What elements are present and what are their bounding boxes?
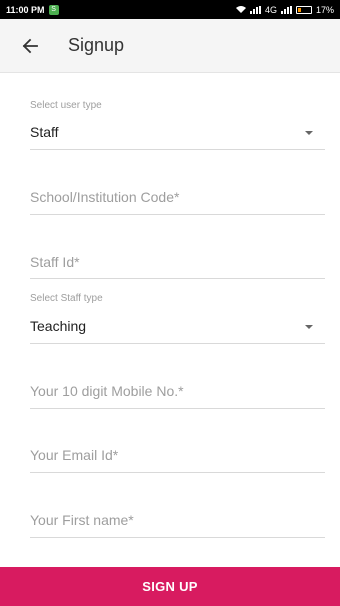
staff-type-select[interactable]: Select Staff type Teaching: [30, 290, 325, 344]
mobile-placeholder: Your 10 digit Mobile No.*: [30, 383, 184, 399]
email-field[interactable]: Your Email Id*: [30, 444, 325, 473]
first-name-placeholder: Your First name*: [30, 512, 134, 528]
staff-id-field[interactable]: Staff Id*: [30, 251, 325, 279]
staff-id-placeholder: Staff Id*: [30, 254, 80, 270]
signup-button[interactable]: SIGN UP: [0, 567, 340, 606]
page-title: Signup: [68, 35, 125, 55]
dropdown-caret-icon: [305, 131, 313, 135]
email-placeholder: Your Email Id*: [30, 447, 119, 463]
signal-icon: [249, 5, 261, 14]
user-type-select[interactable]: Select user type Staff: [30, 97, 325, 150]
school-code-field[interactable]: School/Institution Code*: [30, 186, 325, 215]
first-name-field[interactable]: Your First name*: [30, 509, 325, 538]
dropdown-caret-icon: [305, 325, 313, 329]
back-arrow-icon[interactable]: [18, 34, 42, 58]
mobile-field[interactable]: Your 10 digit Mobile No.*: [30, 380, 325, 409]
user-type-label: Select user type: [30, 100, 102, 111]
network-type: 4G: [264, 4, 277, 15]
wifi-icon: [235, 5, 246, 15]
staff-type-label: Select Staff type: [30, 293, 103, 304]
status-time: 11:00 PM: [6, 4, 45, 15]
app-bar: Signup: [0, 19, 340, 73]
status-icons: 4G 17%: [235, 4, 334, 15]
battery-level: 17%: [315, 4, 334, 15]
status-bar: 11:00 PM S 4G 17%: [0, 0, 340, 19]
user-type-value: Staff: [30, 124, 59, 140]
staff-type-value: Teaching: [30, 318, 87, 334]
school-code-placeholder: School/Institution Code*: [30, 189, 180, 205]
notification-icon: S: [48, 4, 59, 15]
battery-icon: [295, 5, 312, 14]
signal-icon-2: [280, 5, 292, 14]
